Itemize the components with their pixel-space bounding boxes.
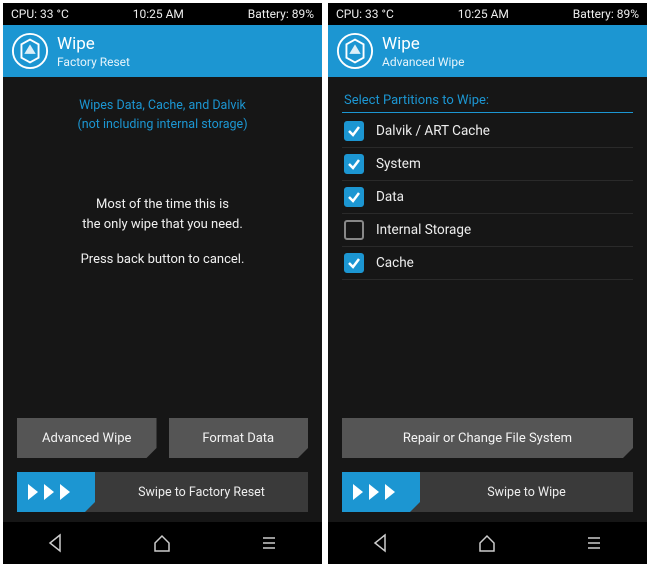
info-text: Wipes Data, Cache, and Dalvik	[17, 97, 308, 116]
header: Wipe Factory Reset	[3, 25, 322, 77]
status-battery: Battery: 89%	[573, 7, 639, 21]
partition-row[interactable]: Data	[342, 181, 633, 214]
content-area: Wipes Data, Cache, and Dalvik (not inclu…	[3, 77, 322, 522]
nav-bar	[328, 522, 647, 564]
screen-advanced-wipe: CPU: 33 °C 10:25 AM Battery: 89% Wipe Ad…	[328, 3, 647, 564]
home-button[interactable]	[457, 522, 517, 564]
page-subtitle: Factory Reset	[57, 55, 130, 69]
swipe-label: Swipe to Wipe	[420, 485, 633, 500]
info-text: (not including internal storage)	[17, 116, 308, 135]
status-bar: CPU: 33 °C 10:25 AM Battery: 89%	[3, 3, 322, 25]
content-area: Select Partitions to Wipe: Dalvik / ART …	[328, 77, 647, 522]
partition-label: Cache	[376, 255, 414, 271]
home-button[interactable]	[132, 522, 192, 564]
screen-factory-reset: CPU: 33 °C 10:25 AM Battery: 89% Wipe Fa…	[3, 3, 322, 564]
nav-bar	[3, 522, 322, 564]
swipe-to-confirm[interactable]: Swipe to Factory Reset	[17, 472, 308, 512]
status-bar: CPU: 33 °C 10:25 AM Battery: 89%	[328, 3, 647, 25]
partition-row[interactable]: System	[342, 148, 633, 181]
status-cpu: CPU: 33 °C	[11, 7, 69, 21]
page-title: Wipe	[382, 34, 465, 54]
partition-row[interactable]: Internal Storage	[342, 214, 633, 247]
back-button[interactable]	[351, 522, 411, 564]
header: Wipe Advanced Wipe	[328, 25, 647, 77]
partition-label: Data	[376, 189, 404, 205]
checkbox-icon[interactable]	[344, 154, 364, 174]
repair-filesystem-button[interactable]: Repair or Change File System	[342, 418, 633, 458]
page-title: Wipe	[57, 34, 130, 54]
checkbox-icon[interactable]	[344, 253, 364, 273]
menu-button[interactable]	[239, 522, 299, 564]
swipe-to-confirm[interactable]: Swipe to Wipe	[342, 472, 633, 512]
back-button[interactable]	[26, 522, 86, 564]
body-text: Press back button to cancel.	[17, 250, 308, 271]
status-time: 10:25 AM	[458, 7, 509, 21]
advanced-wipe-button[interactable]: Advanced Wipe	[17, 418, 157, 458]
checkbox-icon[interactable]	[344, 187, 364, 207]
status-cpu: CPU: 33 °C	[336, 7, 394, 21]
checkbox-icon[interactable]	[344, 220, 364, 240]
swipe-handle[interactable]	[17, 472, 95, 512]
partition-row[interactable]: Cache	[342, 247, 633, 280]
swipe-handle[interactable]	[342, 472, 420, 512]
twrp-logo-icon	[11, 32, 49, 70]
menu-button[interactable]	[564, 522, 624, 564]
partition-label: Dalvik / ART Cache	[376, 123, 490, 139]
body-text: Most of the time this is	[17, 195, 308, 216]
status-battery: Battery: 89%	[248, 7, 314, 21]
status-time: 10:25 AM	[133, 7, 184, 21]
checkbox-icon[interactable]	[344, 121, 364, 141]
body-text: the only wipe that you need.	[17, 215, 308, 236]
format-data-button[interactable]: Format Data	[169, 418, 309, 458]
swipe-label: Swipe to Factory Reset	[95, 485, 308, 500]
partition-row[interactable]: Dalvik / ART Cache	[342, 115, 633, 148]
partition-label: Internal Storage	[376, 222, 471, 238]
twrp-logo-icon	[336, 32, 374, 70]
section-label: Select Partitions to Wipe:	[342, 87, 633, 112]
page-subtitle: Advanced Wipe	[382, 55, 465, 69]
partition-label: System	[376, 156, 421, 172]
